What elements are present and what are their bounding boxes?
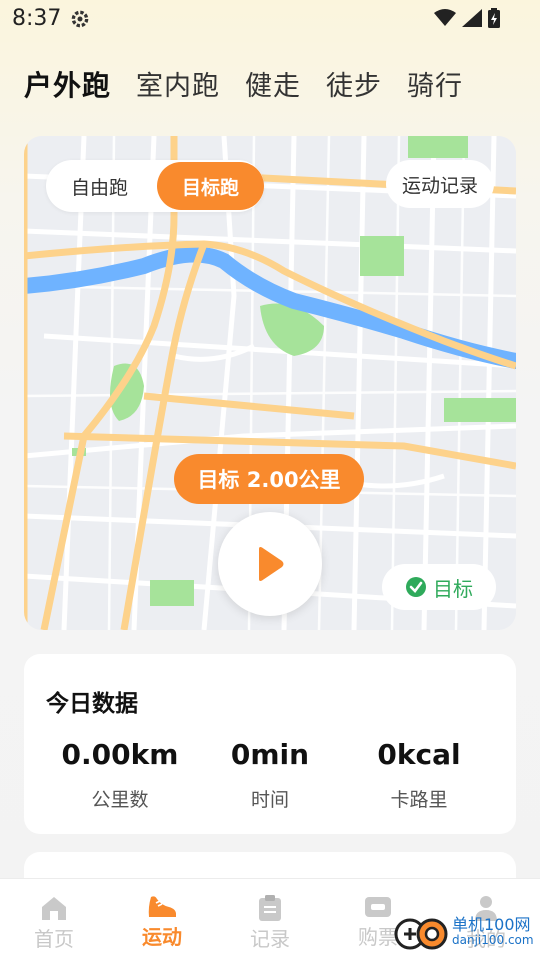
stat-distance-value: 0.00km: [61, 738, 179, 771]
exercise-record-button[interactable]: 运动记录: [385, 160, 494, 208]
status-indicators: [434, 8, 500, 28]
tab-walk[interactable]: 健走: [245, 64, 301, 103]
watermark-text-group: 单机100网 danji100.com: [452, 915, 534, 948]
watermark-sub: danji100.com: [452, 933, 534, 947]
stat-time-label: 时间: [250, 789, 289, 811]
battery-icon: [488, 8, 500, 28]
site-watermark: 单机100网 danji100.com: [394, 912, 534, 952]
shoe-icon: [148, 896, 176, 917]
mode-free-run[interactable]: 自由跑: [46, 162, 153, 210]
today-data-title: 今日数据: [46, 691, 138, 717]
nav-home-label: 首页: [34, 927, 74, 951]
sport-type-tabs: 户外跑 室内跑 健走 徒步 骑行: [24, 64, 488, 104]
start-run-button[interactable]: [218, 512, 322, 616]
home-icon: [42, 897, 66, 920]
nav-sport[interactable]: 运动: [108, 879, 216, 960]
play-icon: [259, 547, 284, 581]
stat-calories: 0kcal 卡路里: [337, 738, 501, 812]
mode-target-run[interactable]: 目标跑: [157, 162, 264, 210]
settings-gear-icon: [71, 10, 89, 28]
stat-distance: 0.00km 公里数: [38, 738, 202, 812]
stat-calories-label: 卡路里: [390, 789, 448, 811]
nav-records-label: 记录: [250, 927, 290, 951]
set-goal-button[interactable]: 目标: [382, 564, 496, 610]
run-mode-toggle: 自由跑 目标跑: [46, 160, 264, 212]
watermark-logo: [394, 918, 448, 950]
stat-time-value: 0min: [230, 738, 310, 771]
target-distance-badge[interactable]: 目标 2.00公里: [174, 454, 364, 504]
wifi-icon: [434, 9, 456, 26]
tab-hike[interactable]: 徒步: [326, 64, 382, 103]
status-time: 8:37: [12, 6, 62, 31]
goal-label: 目标: [433, 576, 473, 601]
nav-home[interactable]: 首页: [0, 879, 108, 960]
tab-indoor-run[interactable]: 室内跑: [136, 64, 220, 103]
nav-records[interactable]: 记录: [216, 879, 324, 960]
watermark-text: 单机100网: [452, 915, 531, 934]
signal-icon: [462, 9, 482, 27]
goal-target-icon: [406, 577, 426, 597]
map-card: 自由跑 目标跑 运动记录 目标 2.00公里 目标: [24, 136, 516, 630]
stat-calories-value: 0kcal: [377, 738, 461, 771]
today-data-card: 今日数据 0.00km 公里数 0min 时间 0kcal 卡路里: [24, 654, 516, 834]
tab-outdoor-run[interactable]: 户外跑: [24, 64, 111, 104]
ticket-icon: [365, 897, 391, 917]
status-bar: 8:37: [0, 0, 540, 38]
nav-sport-label: 运动: [142, 925, 182, 949]
nav-tickets-label: 购票: [358, 925, 398, 949]
stat-time: 0min 时间: [188, 738, 352, 812]
clipboard-icon: [259, 895, 281, 921]
stat-distance-label: 公里数: [91, 789, 149, 811]
tab-cycling[interactable]: 骑行: [407, 64, 463, 103]
